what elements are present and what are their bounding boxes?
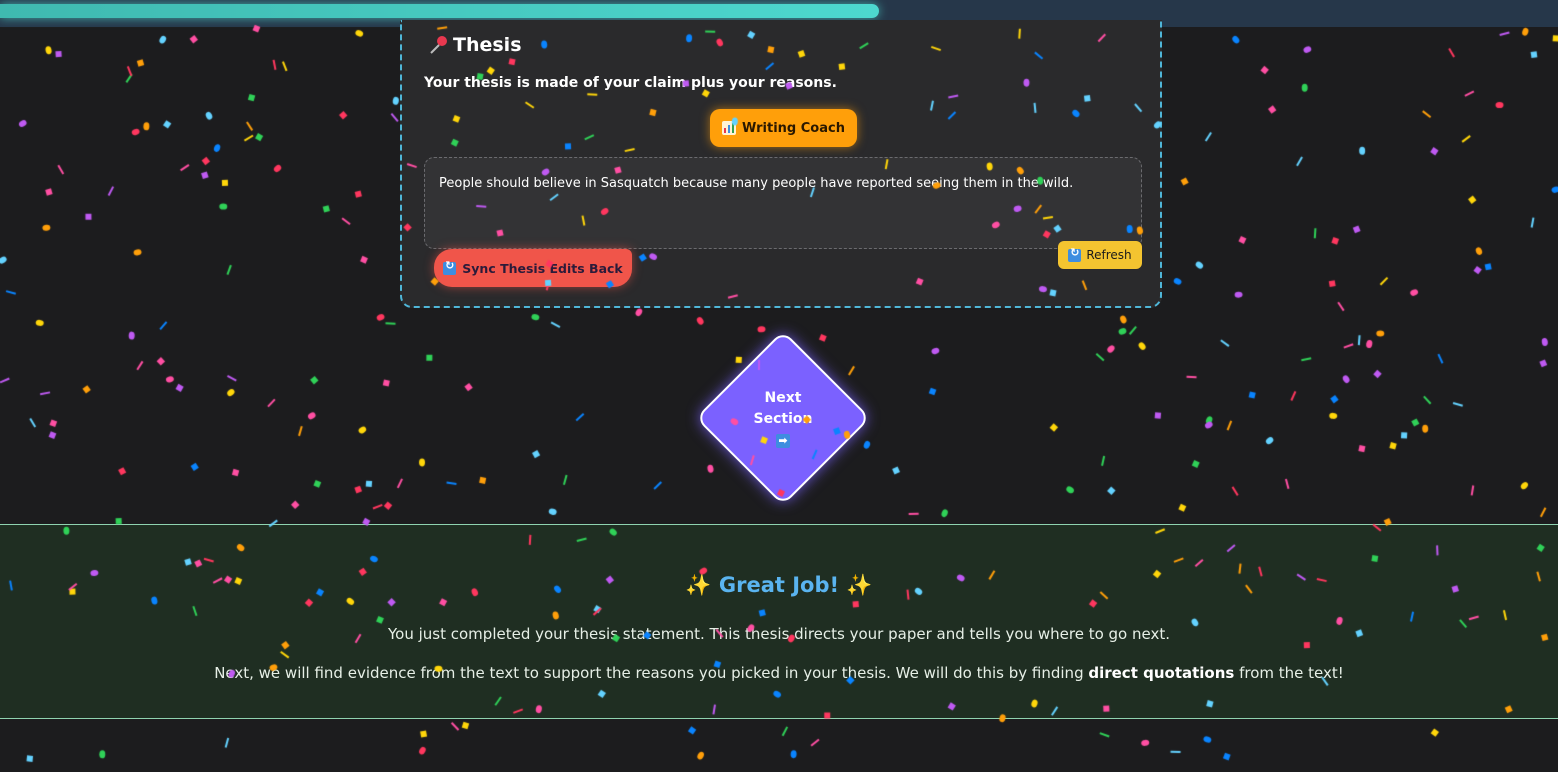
writing-coach-button[interactable]: Writing Coach: [710, 109, 857, 147]
chart-icon: [722, 121, 737, 135]
thesis-heading-label: Thesis: [453, 34, 522, 56]
thesis-card: Thesis Your thesis is made of your claim…: [400, 20, 1162, 308]
next-step-message: Next, we will find evidence from the tex…: [0, 664, 1558, 682]
sparkle-icon: ✨: [846, 573, 873, 597]
progress-fill: [0, 4, 879, 18]
next-label-line1: Next: [764, 390, 802, 406]
completion-title: ✨ Great Job! ✨: [0, 573, 1558, 598]
sync-thesis-button[interactable]: Sync Thesis Edits Back: [434, 249, 632, 287]
sync-icon: [443, 259, 457, 275]
sparkle-icon: ✨: [685, 573, 712, 597]
refresh-icon: [1068, 246, 1082, 262]
thesis-heading: Thesis: [428, 34, 522, 56]
completion-title-text: Great Job!: [718, 573, 840, 597]
thesis-instructions: Your thesis is made of your claim plus y…: [424, 75, 837, 91]
pushpin-icon: [428, 34, 450, 56]
thesis-text-box[interactable]: People should believe in Sasquatch becau…: [424, 157, 1142, 249]
refresh-button[interactable]: Refresh: [1058, 241, 1142, 269]
completion-panel: ✨ Great Job! ✨ You just completed your t…: [0, 524, 1558, 719]
next-section-label[interactable]: Next Section ➡: [733, 388, 833, 451]
completion-message: You just completed your thesis statement…: [388, 625, 1170, 643]
refresh-label: Refresh: [1086, 248, 1132, 262]
writing-coach-label: Writing Coach: [742, 120, 845, 136]
next-step-text-end: from the text!: [1234, 664, 1344, 682]
next-label-line2: Section: [753, 411, 813, 427]
sync-thesis-label: Sync Thesis Edits Back: [462, 260, 623, 276]
next-step-emphasis: direct quotations: [1088, 664, 1235, 682]
next-step-text-start: Next, we will find evidence from the tex…: [214, 664, 1089, 682]
arrow-right-icon: ➡: [776, 434, 790, 448]
